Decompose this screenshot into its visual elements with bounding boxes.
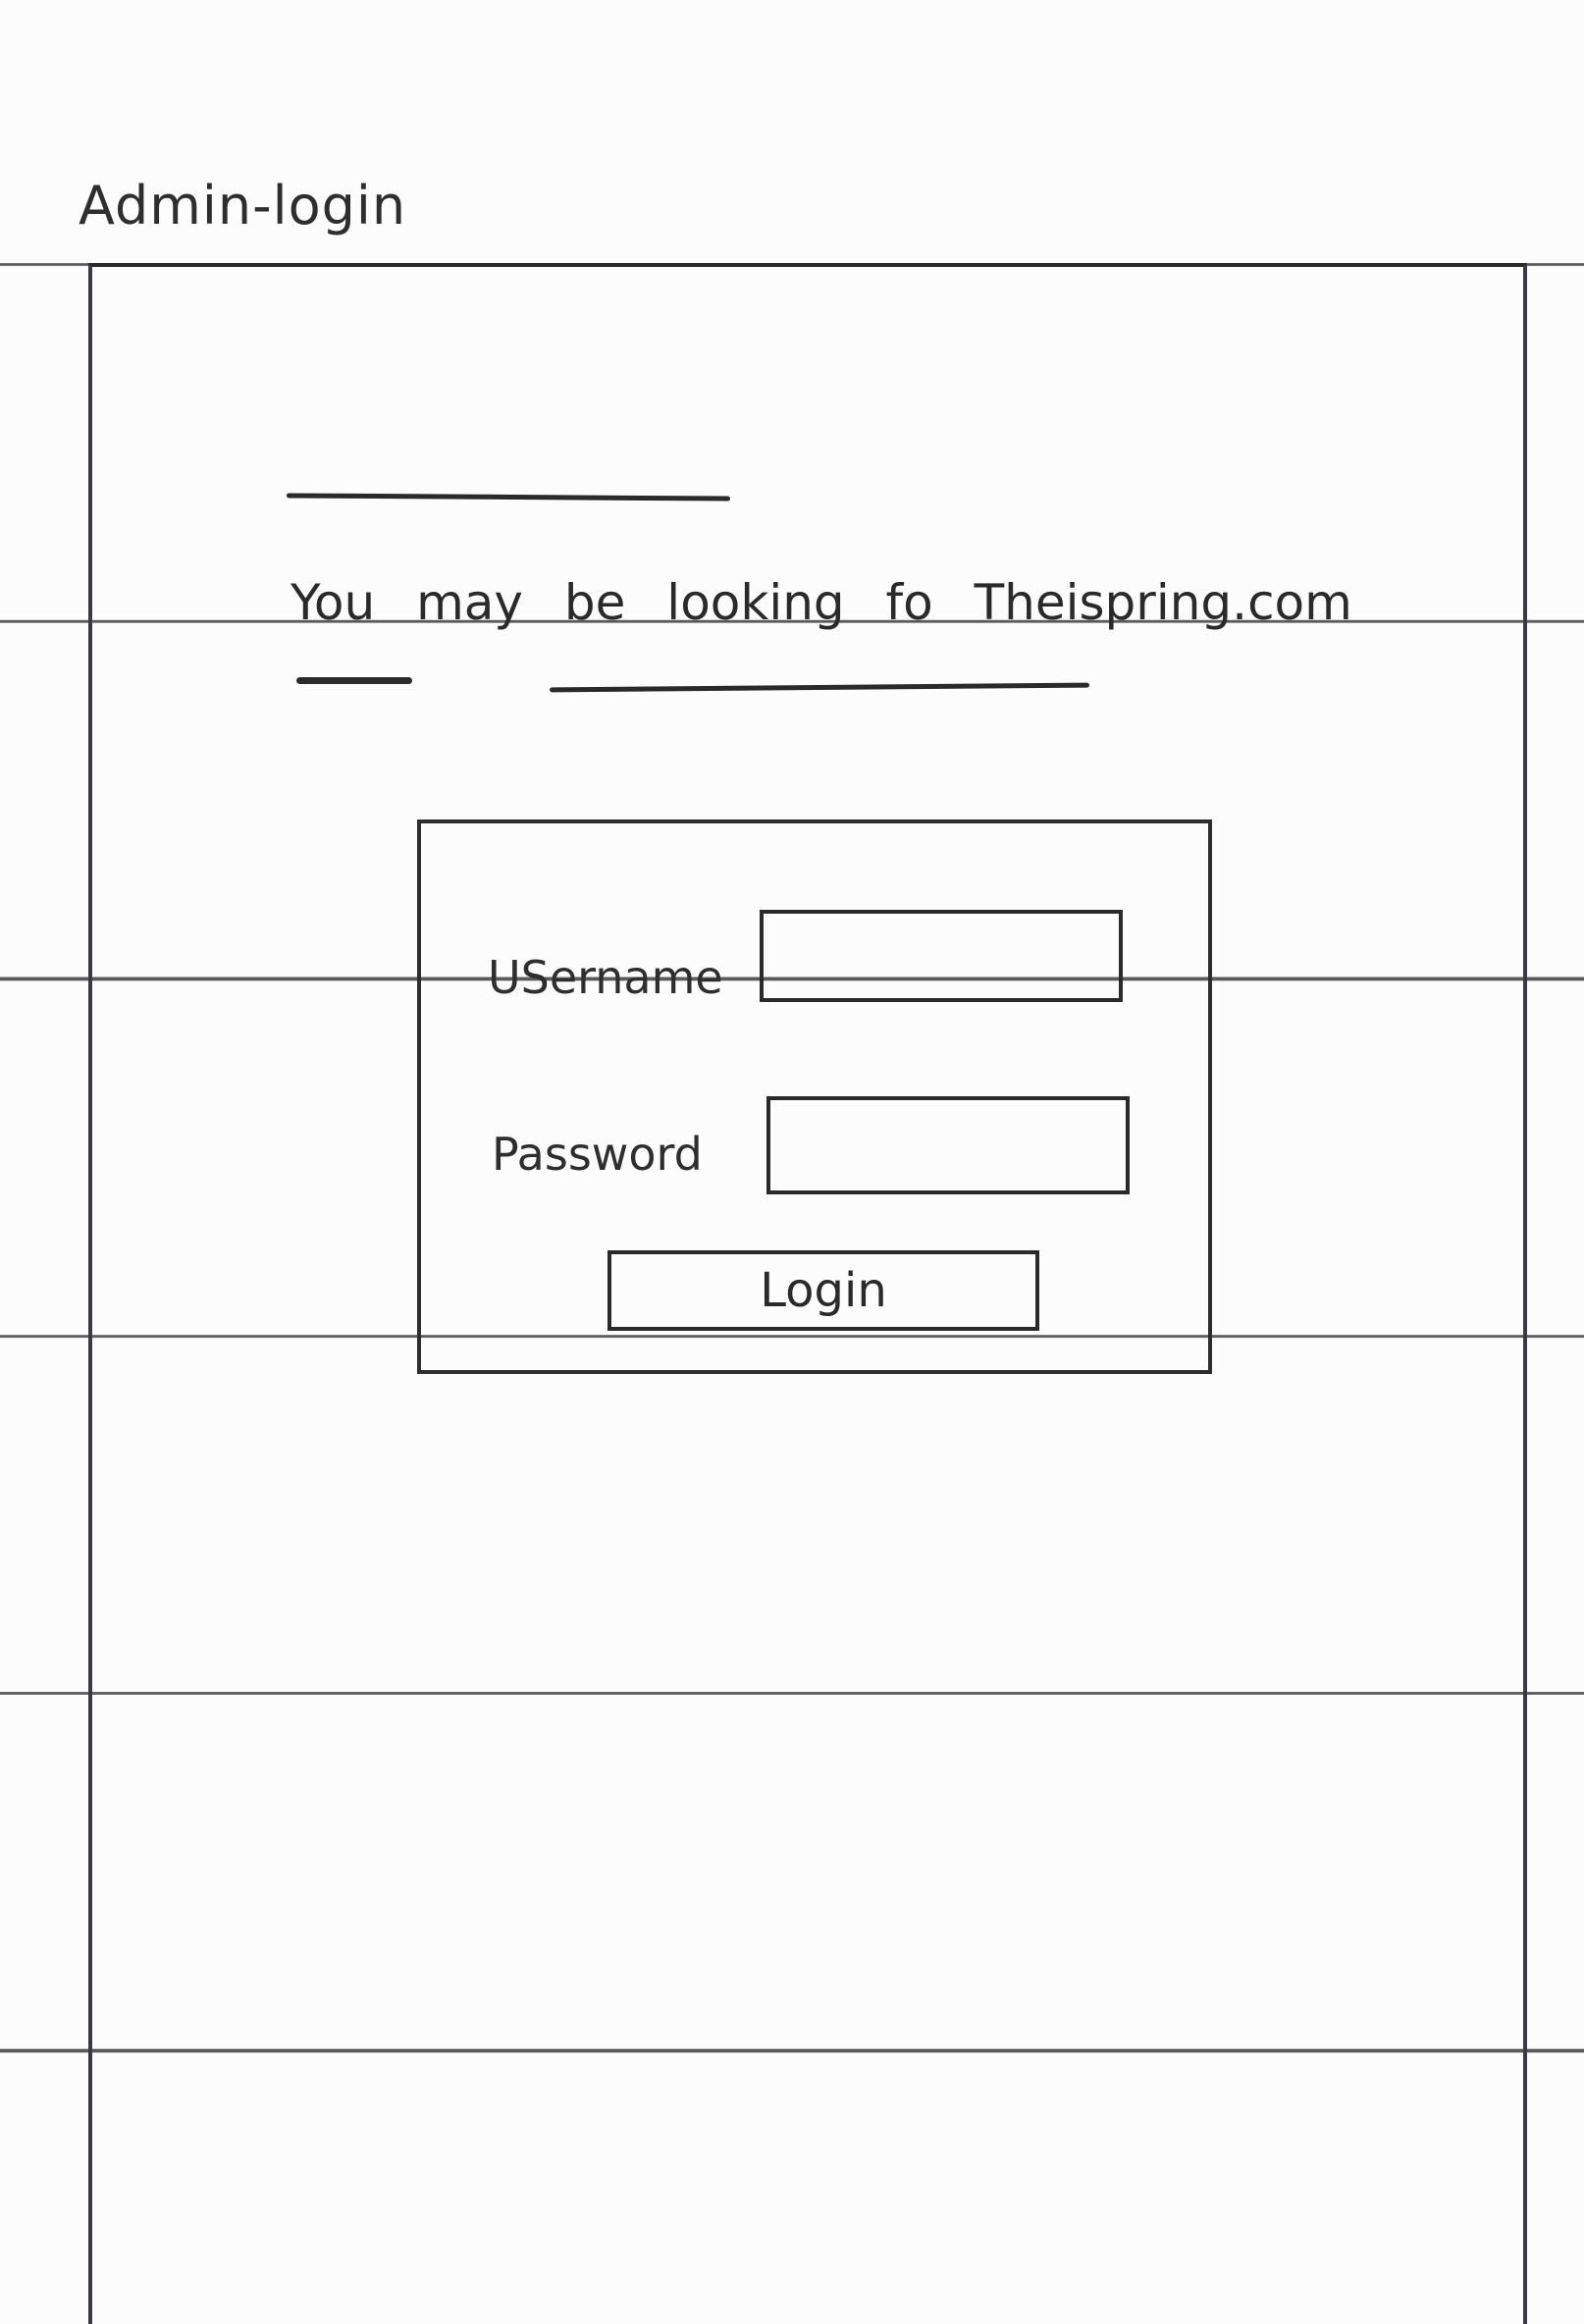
password-label: Password — [492, 1128, 703, 1181]
password-input[interactable] — [766, 1096, 1130, 1194]
login-button[interactable]: Login — [607, 1250, 1039, 1331]
placeholder-text-line-short — [296, 677, 412, 684]
page-title: Admin-login — [79, 175, 407, 237]
notice-text: You may be looking fo Theispring.com — [290, 574, 1352, 631]
username-input[interactable] — [760, 910, 1123, 1002]
login-form: USername Password Login — [417, 819, 1212, 1374]
username-label: USername — [488, 951, 723, 1004]
